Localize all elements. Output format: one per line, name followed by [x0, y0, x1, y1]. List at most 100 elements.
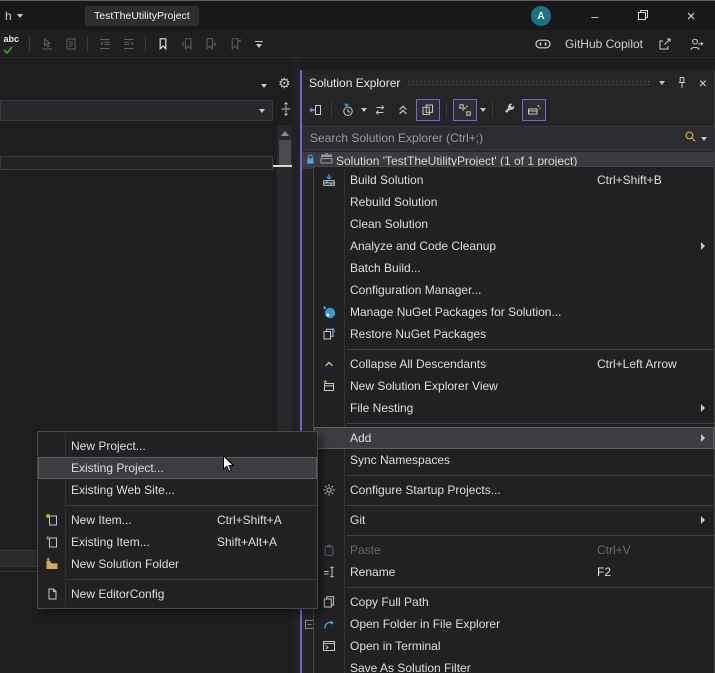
menu-item-add[interactable]: Add — [314, 427, 714, 449]
menu-item-file-nesting[interactable]: File Nesting — [314, 397, 714, 419]
solution-name-box[interactable]: TestTheUtilityProject — [85, 6, 199, 26]
menu-item-new-editorconfig[interactable]: New EditorConfig — [38, 583, 317, 605]
send-feedback-icon[interactable] — [686, 32, 707, 56]
new-view-icon — [314, 379, 344, 393]
menu-item-rename[interactable]: RenameF2 — [314, 561, 714, 583]
dropdown-arrow-icon[interactable] — [480, 108, 486, 112]
menu-item-rebuild-solution[interactable]: Rebuild Solution — [314, 191, 714, 213]
show-all-files-toggle-button[interactable] — [416, 99, 440, 121]
nodes-toggle-button[interactable] — [453, 99, 477, 121]
indent-icon[interactable] — [118, 32, 139, 56]
menu-separator — [314, 471, 714, 479]
add-submenu: New Project... Existing Project... Existin… — [37, 431, 318, 609]
main-toolbar: abc GitHub Copilot — [0, 30, 715, 58]
submenu-arrow-icon — [701, 404, 705, 412]
window-position-dropdown-icon[interactable] — [659, 81, 665, 85]
mouse-cursor — [222, 455, 235, 479]
document-icon[interactable] — [60, 32, 81, 56]
clipped-toolbar-dropdown[interactable]: h — [5, 1, 23, 31]
menu-separator — [314, 531, 714, 539]
title-bar: h TestTheUtilityProject A – × — [0, 0, 715, 30]
editor-split-handle-icon[interactable] — [279, 101, 293, 122]
restore-button[interactable] — [624, 1, 662, 31]
menu-item-restore-nuget-packages[interactable]: Restore NuGet Packages — [314, 323, 714, 345]
navbar-dropdown-icon[interactable] — [259, 109, 265, 113]
menu-item-existing-project[interactable]: Existing Project... — [38, 457, 317, 479]
menu-item-new-solution-folder[interactable]: New Solution Folder — [38, 553, 317, 575]
menu-item-label: Save As Solution Filter — [344, 661, 597, 673]
menu-item-batch-build[interactable]: Batch Build... — [314, 257, 714, 279]
menu-separator — [314, 501, 714, 509]
preview-toggle-button[interactable] — [522, 99, 546, 121]
menu-item-new-item[interactable]: New Item...Ctrl+Shift+A — [38, 509, 317, 531]
overflow-icon[interactable] — [248, 32, 269, 56]
spellcheck-icon[interactable]: abc — [2, 32, 23, 56]
menu-item-label: New Solution Explorer View — [344, 379, 597, 393]
scrollbar-up-arrow-icon[interactable] — [281, 131, 289, 136]
dropdown-arrow-icon[interactable] — [361, 108, 367, 112]
menu-item-label: Existing Project... — [65, 461, 217, 475]
pin-icon[interactable] — [672, 72, 692, 94]
sync-doc-icon[interactable] — [305, 99, 325, 121]
menu-separator — [38, 501, 317, 509]
bookmark-icon[interactable] — [152, 32, 173, 56]
search-placeholder: Search Solution Explorer (Ctrl+;) — [310, 127, 483, 150]
menu-item-configure-startup-projects[interactable]: Configure Startup Projects... — [314, 479, 714, 501]
menu-item-existing-web-site[interactable]: Existing Web Site... — [38, 479, 317, 501]
menu-item-collapse-all-descendants[interactable]: Collapse All DescendantsCtrl+Left Arrow — [314, 353, 714, 375]
nuget-icon — [314, 305, 344, 319]
account-avatar[interactable]: A — [531, 6, 551, 26]
toolbar-separator — [29, 36, 30, 52]
swap-icon[interactable] — [370, 99, 390, 121]
pointer-icon[interactable] — [36, 32, 57, 56]
panel-close-icon[interactable]: × — [699, 75, 707, 91]
menu-item-new-solution-explorer-view[interactable]: New Solution Explorer View — [314, 375, 714, 397]
menu-item-sync-namespaces[interactable]: Sync Namespaces — [314, 449, 714, 471]
close-button[interactable]: × — [672, 1, 710, 31]
bookmark-prev-icon[interactable] — [176, 32, 197, 56]
bookmark-clear-icon[interactable] — [224, 32, 245, 56]
menu-item-open-folder-in-file-explorer[interactable]: Open Folder in File Explorer — [314, 613, 714, 635]
menu-separator — [314, 583, 714, 591]
wrench-icon[interactable] — [499, 99, 519, 121]
menu-item-clean-solution[interactable]: Clean Solution — [314, 213, 714, 235]
scrollbar-caret-marker — [273, 165, 294, 167]
editor-gear-icon[interactable]: ⚙ — [278, 76, 291, 92]
menu-item-label: File Nesting — [344, 401, 597, 415]
share-icon[interactable] — [654, 32, 675, 56]
editor-navigation-bar[interactable] — [0, 100, 273, 121]
github-copilot-label[interactable]: GitHub Copilot — [565, 37, 643, 51]
panel-title: Solution Explorer — [309, 76, 400, 90]
solution-explorer-header[interactable]: Solution Explorer × — [302, 70, 714, 96]
menu-item-label: Batch Build... — [344, 261, 597, 275]
menu-item-new-project[interactable]: New Project... — [38, 435, 317, 457]
menu-item-build-solution[interactable]: Build SolutionCtrl+Shift+B — [314, 169, 714, 191]
scrollbar-thumb[interactable] — [279, 140, 291, 166]
menu-item-manage-nuget-packages-for-solution[interactable]: Manage NuGet Packages for Solution... — [314, 301, 714, 323]
menu-item-label: Open Folder in File Explorer — [344, 617, 597, 631]
search-options-dropdown-icon[interactable] — [701, 137, 707, 141]
outdent-icon[interactable] — [94, 32, 115, 56]
menu-item-analyze-and-code-cleanup[interactable]: Analyze and Code Cleanup — [314, 235, 714, 257]
submenu-arrow-icon — [701, 434, 705, 442]
menu-item-existing-item[interactable]: Existing Item...Shift+Alt+A — [38, 531, 317, 553]
menu-item-label: Existing Item... — [65, 535, 217, 549]
chevron-down-icon — [17, 14, 23, 18]
menu-item-copy-full-path[interactable]: Copy Full Path — [314, 591, 714, 613]
bookmark-next-icon[interactable] — [200, 32, 221, 56]
history-icon[interactable] — [338, 99, 358, 121]
collapse-all-icon[interactable] — [393, 99, 413, 121]
github-copilot-icon[interactable] — [533, 32, 554, 56]
menu-item-label: Analyze and Code Cleanup — [344, 239, 597, 253]
menu-item-open-in-terminal[interactable]: Open in Terminal — [314, 635, 714, 657]
menu-item-save-as-solution-filter[interactable]: Save As Solution Filter — [314, 657, 714, 673]
search-icon[interactable] — [684, 130, 697, 148]
toolbar-left-group: abc — [2, 30, 269, 58]
menu-item-paste: PasteCtrl+V — [314, 539, 714, 561]
editor-dropdown-icon[interactable] — [261, 84, 267, 88]
menu-item-git[interactable]: Git — [314, 509, 714, 531]
solution-explorer-search-input[interactable]: Search Solution Explorer (Ctrl+;) — [302, 126, 714, 150]
minimize-button[interactable]: – — [576, 1, 614, 31]
menu-item-shortcut: Ctrl+Left Arrow — [597, 357, 714, 371]
menu-item-configuration-manager[interactable]: Configuration Manager... — [314, 279, 714, 301]
